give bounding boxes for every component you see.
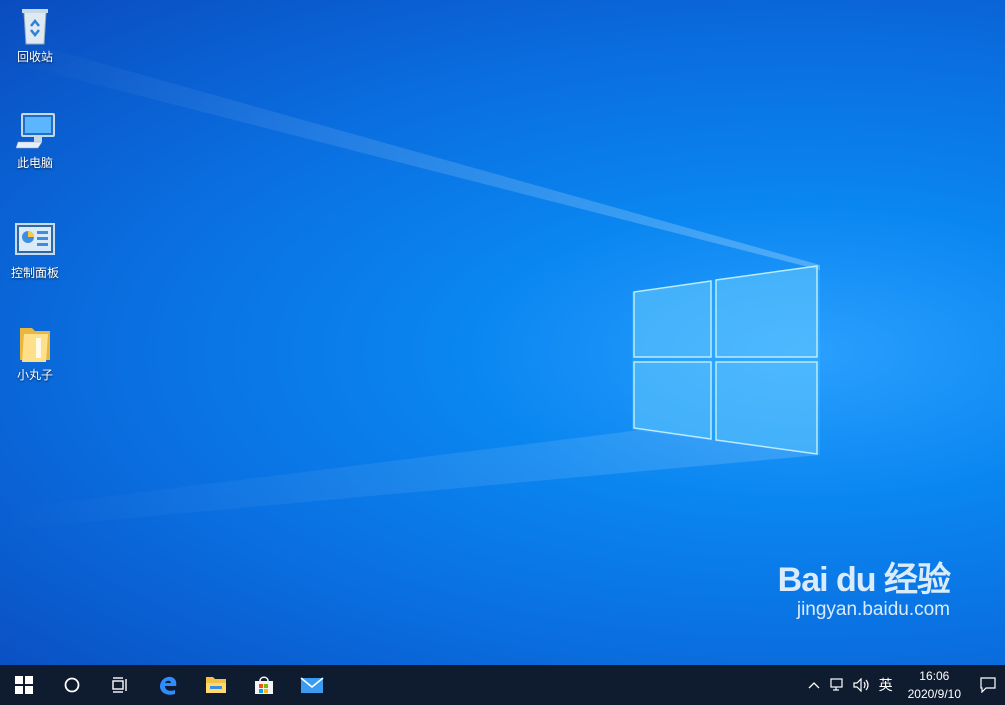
- watermark-brand: Bai du 经验: [777, 561, 951, 599]
- volume-button[interactable]: [850, 678, 874, 692]
- notification-icon: [980, 677, 996, 693]
- action-center-button[interactable]: [971, 665, 1005, 705]
- desktop-icon-this-pc[interactable]: 此电脑: [4, 110, 66, 171]
- clock[interactable]: 16:06 2020/9/10: [898, 667, 971, 703]
- search-button[interactable]: [48, 665, 96, 705]
- network-icon: [830, 678, 843, 691]
- recycle-bin-icon: [22, 9, 48, 45]
- task-view-button[interactable]: [96, 665, 144, 705]
- desktop-icon-label: 回收站: [16, 50, 53, 64]
- desktop-icon-control-panel[interactable]: 控制面板: [4, 220, 66, 281]
- watermark-url: jingyan.baidu.com: [796, 599, 950, 620]
- start-icon: [15, 676, 33, 694]
- input-language-indicator[interactable]: 英: [874, 675, 898, 695]
- desktop-icon-recycle-bin[interactable]: 回收站: [4, 4, 66, 65]
- clock-date: 2020/9/10: [907, 687, 961, 701]
- edge-button[interactable]: [144, 665, 192, 705]
- clock-time: 16:06: [919, 669, 950, 683]
- mail-icon: [300, 677, 324, 693]
- network-button[interactable]: [826, 678, 850, 692]
- show-hidden-icons-button[interactable]: [802, 681, 826, 689]
- desktop-icon-label: 小丸子: [16, 368, 53, 382]
- folder-icon: [20, 328, 50, 362]
- desktop: 回收站 此电脑 控制面板 小丸子 Bai du 经验 jingyan.baidu…: [0, 0, 1005, 665]
- desktop-icon-folder[interactable]: 小丸子: [4, 322, 66, 383]
- system-tray: 英 16:06 2020/9/10: [802, 665, 1005, 705]
- edge-icon: [160, 676, 177, 695]
- file-explorer-button[interactable]: [192, 665, 240, 705]
- speaker-icon: [853, 678, 869, 692]
- watermark: Bai du 经验 jingyan.baidu.com: [777, 552, 951, 621]
- start-button[interactable]: [0, 665, 48, 705]
- chevron-up-icon: [808, 682, 820, 689]
- desktop-icon-label: 控制面板: [10, 266, 59, 280]
- store-button[interactable]: [240, 665, 288, 705]
- file-explorer-icon: [206, 677, 226, 693]
- mail-button[interactable]: [288, 665, 336, 705]
- computer-icon: [15, 113, 55, 149]
- task-view-icon: [112, 677, 127, 693]
- desktop-icon-label: 此电脑: [16, 156, 53, 170]
- control-panel-icon: [15, 223, 55, 255]
- taskbar: 英 16:06 2020/9/10: [0, 665, 1005, 705]
- store-icon: [255, 676, 273, 694]
- search-icon: [64, 677, 80, 693]
